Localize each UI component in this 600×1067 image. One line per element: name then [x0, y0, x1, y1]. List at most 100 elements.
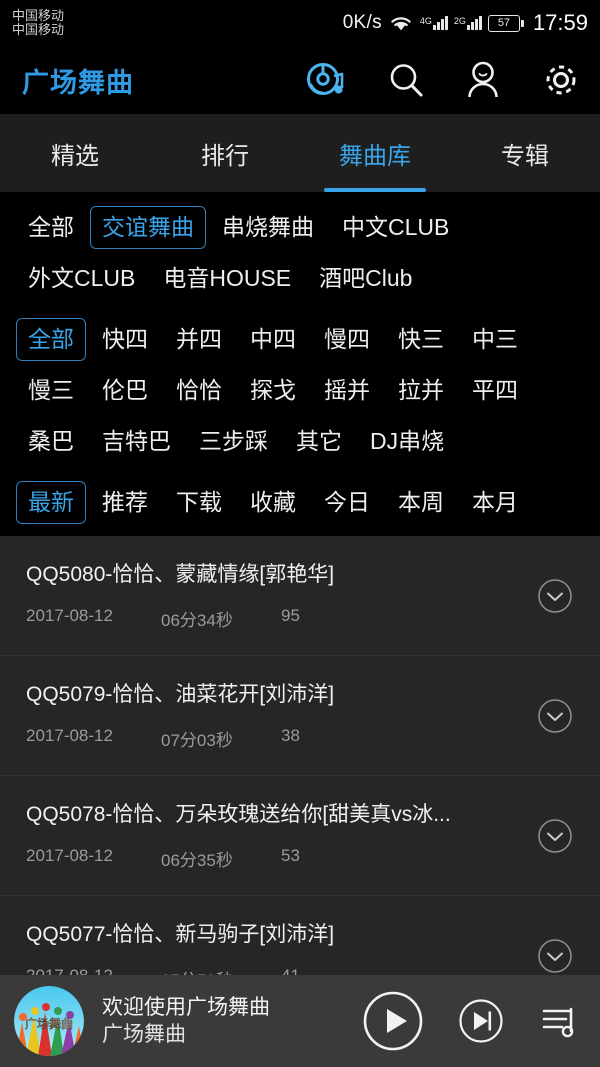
- sort-chip-newest[interactable]: 最新: [16, 481, 86, 524]
- tab-wuqu-ku[interactable]: 舞曲库: [300, 114, 450, 192]
- style-chip-kuaisan[interactable]: 快三: [386, 318, 456, 361]
- chevron-down-circle-icon[interactable]: [536, 697, 574, 735]
- chip-label: 中三: [472, 326, 518, 352]
- sort-chip-this-week[interactable]: 本周: [386, 481, 456, 524]
- song-date: 2017-08-12: [26, 846, 113, 865]
- style-chip-zhongsi[interactable]: 中四: [238, 318, 308, 361]
- style-chip-all[interactable]: 全部: [16, 318, 86, 361]
- song-date: 2017-08-12: [26, 606, 113, 625]
- player-track-title: 欢迎使用广场舞曲: [102, 995, 270, 1019]
- style-chip-mansi[interactable]: 慢四: [312, 318, 382, 361]
- battery-level: 57: [487, 14, 520, 32]
- style-chip-jiteba[interactable]: 吉特巴: [90, 420, 183, 463]
- table-row[interactable]: QQ5079-恰恰、油菜花开[刘沛洋] 2017-08-12 07分03秒 38: [0, 656, 600, 776]
- main-tabs: 精选 排行 舞曲库 专辑: [0, 114, 600, 192]
- category-chip-zhongwen-club[interactable]: 中文CLUB: [330, 206, 461, 249]
- sort-chip-recommended[interactable]: 推荐: [90, 481, 160, 524]
- table-row[interactable]: QQ5078-恰恰、万朵玫瑰送给你[甜美真vs冰... 2017-08-12 0…: [0, 776, 600, 896]
- battery-icon: 57: [487, 14, 524, 32]
- chip-label: 串烧舞曲: [222, 214, 314, 240]
- gear-icon[interactable]: [540, 59, 582, 101]
- search-icon[interactable]: [386, 60, 426, 100]
- chip-label: 电音HOUSE: [163, 265, 292, 291]
- tab-label: 专辑: [501, 142, 549, 170]
- chevron-down-circle-icon[interactable]: [536, 577, 574, 615]
- sort-chip-downloads[interactable]: 下载: [164, 481, 234, 524]
- chevron-down-circle-icon[interactable]: [536, 817, 574, 855]
- sort-chip-favorites[interactable]: 收藏: [238, 481, 308, 524]
- style-chip-pingsi[interactable]: 平四: [460, 369, 530, 412]
- chip-label: 全部: [28, 326, 74, 352]
- chip-label: 本月: [472, 489, 518, 515]
- chip-label: 并四: [176, 326, 222, 352]
- sort-chip-this-month[interactable]: 本月: [460, 481, 530, 524]
- style-chip-lunba[interactable]: 伦巴: [90, 369, 160, 412]
- category-chip-dianyin-house[interactable]: 电音HOUSE: [151, 257, 303, 300]
- sim2-network-label: 2G: [453, 16, 466, 26]
- chip-label: 其它: [296, 428, 342, 454]
- category-chip-jiaoyi[interactable]: 交谊舞曲: [90, 206, 206, 249]
- chip-label: 三步踩: [199, 428, 268, 454]
- chevron-down-circle-icon[interactable]: [536, 937, 574, 975]
- wifi-icon: [388, 13, 414, 33]
- chip-label: 拉并: [398, 377, 444, 403]
- chip-label: 收藏: [250, 489, 296, 515]
- status-bar: 中国移动 中国移动 0K/s 4G 2G 57 17:59: [0, 0, 600, 46]
- status-clock: 17:59: [532, 10, 588, 35]
- chip-label: 中四: [250, 326, 296, 352]
- carrier-labels: 中国移动 中国移动: [12, 9, 64, 36]
- style-chip-qita[interactable]: 其它: [284, 420, 354, 463]
- player-track-artist: 广场舞曲: [102, 1023, 186, 1046]
- chip-label: 下载: [176, 489, 222, 515]
- chip-label: 全部: [28, 214, 74, 240]
- sim1-signal-icon: 4G: [420, 16, 448, 30]
- play-icon[interactable]: [362, 990, 424, 1052]
- table-row[interactable]: QQ5080-恰恰、蒙藏情缘[郭艳华] 2017-08-12 06分34秒 95: [0, 536, 600, 656]
- tab-jingxuan[interactable]: 精选: [0, 114, 150, 192]
- next-track-icon[interactable]: [458, 998, 504, 1044]
- playlist-icon[interactable]: [538, 999, 582, 1043]
- sim2-signal-icon: 2G: [454, 16, 482, 30]
- style-chip-bingsi[interactable]: 并四: [164, 318, 234, 361]
- style-chip-dj-chuanshao[interactable]: DJ串烧: [358, 420, 456, 463]
- sort-chip-today[interactable]: 今日: [312, 481, 382, 524]
- category-chip-chuanshao[interactable]: 串烧舞曲: [210, 206, 326, 249]
- category-chip-jiuba-club[interactable]: 酒吧Club: [307, 257, 424, 300]
- profile-icon[interactable]: [464, 60, 502, 100]
- chip-label: 交谊舞曲: [102, 214, 194, 240]
- style-chip-qiaqia[interactable]: 恰恰: [164, 369, 234, 412]
- song-title: QQ5078-恰恰、万朵玫瑰送给你[甜美真vs冰...: [26, 803, 451, 826]
- style-chip-yaobing[interactable]: 摇并: [312, 369, 382, 412]
- app-root: 中国移动 中国移动 0K/s 4G 2G 57 17:59 广场舞曲 精选 排行…: [0, 0, 600, 1067]
- song-meta: 2017-08-12 07分03秒 38: [26, 726, 600, 751]
- style-chip-zhongsan[interactable]: 中三: [460, 318, 530, 361]
- style-chip-kuaisi[interactable]: 快四: [90, 318, 160, 361]
- song-duration: 06分34秒: [161, 611, 233, 630]
- chip-label: DJ串烧: [370, 428, 445, 454]
- album-art[interactable]: 广场舞曲: [14, 986, 84, 1056]
- chip-label: 快四: [102, 326, 148, 352]
- chip-label: 桑巴: [28, 428, 74, 454]
- chip-label: 恰恰: [176, 377, 222, 403]
- disc-music-icon[interactable]: [304, 58, 348, 102]
- tab-zhuanji[interactable]: 专辑: [450, 114, 600, 192]
- category-chip-waiwen-club[interactable]: 外文CLUB: [16, 257, 147, 300]
- tab-paihang[interactable]: 排行: [150, 114, 300, 192]
- style-chip-labing[interactable]: 拉并: [386, 369, 456, 412]
- carrier-1: 中国移动: [12, 8, 65, 24]
- style-chip-mansan[interactable]: 慢三: [16, 369, 86, 412]
- style-chip-sangba[interactable]: 桑巴: [16, 420, 86, 463]
- network-speed: 0K/s: [342, 12, 382, 33]
- style-chip-tange[interactable]: 探戈: [238, 369, 308, 412]
- app-bar-actions: [304, 58, 582, 102]
- style-chip-sanbucai[interactable]: 三步踩: [187, 420, 280, 463]
- status-right-cluster: 0K/s 4G 2G 57 17:59: [343, 10, 588, 36]
- sort-filter-row: 最新 推荐 下载 收藏 今日 本周 本月: [0, 477, 600, 528]
- song-list[interactable]: QQ5080-恰恰、蒙藏情缘[郭艳华] 2017-08-12 06分34秒 95…: [0, 536, 600, 1016]
- category-chip-all[interactable]: 全部: [16, 206, 86, 249]
- song-duration: 07分03秒: [161, 731, 233, 750]
- tab-label: 排行: [201, 142, 249, 170]
- song-title: QQ5077-恰恰、新马驹子[刘沛洋]: [26, 923, 335, 946]
- chip-label: 推荐: [102, 489, 148, 515]
- chip-label: 今日: [324, 489, 370, 515]
